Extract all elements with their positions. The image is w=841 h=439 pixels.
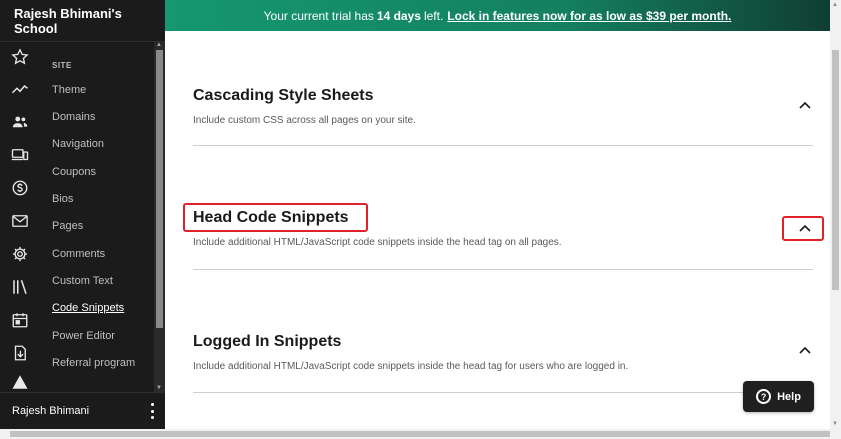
divider	[193, 392, 813, 393]
devices-icon[interactable]	[10, 145, 30, 165]
page-scrollbar-thumb[interactable]	[832, 50, 839, 290]
sidebar-scrollbar[interactable]: ▲ ▼	[154, 42, 165, 392]
download-icon[interactable]	[10, 343, 30, 363]
upgrade-link[interactable]: Lock in features now for as low as $39 p…	[447, 9, 731, 23]
section-logged-in: Logged In Snippets Include additional HT…	[193, 333, 813, 393]
section-label-site: SITE	[52, 61, 72, 70]
sidebar-item-custom-text[interactable]: Custom Text	[52, 275, 113, 287]
highlight-box-title	[183, 203, 368, 232]
warning-icon[interactable]	[10, 372, 30, 392]
collapse-chevron-icon[interactable]	[785, 94, 825, 116]
divider	[193, 145, 813, 146]
scroll-down-arrow-icon[interactable]: ▼	[832, 421, 838, 427]
scroll-up-arrow-icon[interactable]: ▲	[156, 42, 162, 48]
highlight-box-chevron	[782, 216, 824, 241]
section-css: Cascading Style Sheets Include custom CS…	[193, 87, 813, 146]
page-scrollbar[interactable]: ▲ ▼	[830, 0, 841, 429]
horizontal-scrollbar-thumb[interactable]	[10, 431, 830, 437]
kebab-menu-icon[interactable]	[149, 403, 155, 419]
sidebar: Rajesh Bhimani's School SITE Theme Domai…	[0, 0, 165, 439]
trial-banner: Your current trial has 14 days left. Loc…	[165, 0, 830, 31]
users-icon[interactable]	[10, 112, 30, 132]
help-label: Help	[777, 390, 801, 403]
collapse-chevron-icon[interactable]	[785, 339, 825, 361]
scroll-down-arrow-icon[interactable]: ▼	[156, 385, 162, 391]
sidebar-item-coupons[interactable]: Coupons	[52, 166, 96, 178]
star-icon[interactable]	[10, 47, 30, 67]
sidebar-item-navigation[interactable]: Navigation	[52, 138, 104, 150]
sidebar-item-power-editor[interactable]: Power Editor	[52, 330, 115, 342]
sidebar-item-theme[interactable]: Theme	[52, 84, 86, 96]
mail-icon[interactable]	[10, 211, 30, 231]
banner-middle: left.	[423, 8, 444, 23]
gear-icon[interactable]	[10, 244, 30, 264]
sidebar-scrollbar-thumb[interactable]	[156, 50, 163, 328]
section-description: Include custom CSS across all pages on y…	[193, 115, 416, 126]
section-title: Cascading Style Sheets	[193, 87, 374, 104]
sidebar-item-pages[interactable]: Pages	[52, 220, 83, 232]
library-icon[interactable]	[10, 277, 30, 297]
section-description: Include additional HTML/JavaScript code …	[193, 361, 629, 372]
main-content: Cascading Style Sheets Include custom CS…	[165, 31, 830, 429]
chart-line-icon[interactable]	[10, 79, 30, 99]
sidebar-item-comments[interactable]: Comments	[52, 248, 105, 260]
banner-prefix: Your current trial has	[263, 8, 374, 23]
section-description: Include additional HTML/JavaScript code …	[193, 237, 562, 248]
user-bar: Rajesh Bhimani	[0, 392, 165, 428]
sidebar-menu: SITE Theme Domains Navigation Coupons Bi…	[40, 42, 152, 392]
calendar-icon[interactable]	[10, 310, 30, 330]
banner-days: 14 days	[376, 8, 421, 23]
divider	[193, 269, 813, 270]
question-icon: ?	[756, 389, 772, 404]
sidebar-item-bios[interactable]: Bios	[52, 193, 73, 205]
user-name[interactable]: Rajesh Bhimani	[12, 405, 89, 417]
horizontal-scrollbar[interactable]	[0, 429, 841, 439]
school-name[interactable]: Rajesh Bhimani's School	[0, 0, 165, 42]
sidebar-icon-column	[0, 42, 40, 392]
sidebar-item-domains[interactable]: Domains	[52, 111, 95, 123]
scroll-up-arrow-icon[interactable]: ▲	[832, 2, 838, 8]
sidebar-item-referral-program[interactable]: Referral program	[52, 357, 135, 369]
sidebar-item-code-snippets[interactable]: Code Snippets	[52, 302, 124, 314]
help-button[interactable]: ? Help	[743, 381, 814, 412]
dollar-icon[interactable]	[10, 178, 30, 198]
section-title: Logged In Snippets	[193, 333, 342, 350]
